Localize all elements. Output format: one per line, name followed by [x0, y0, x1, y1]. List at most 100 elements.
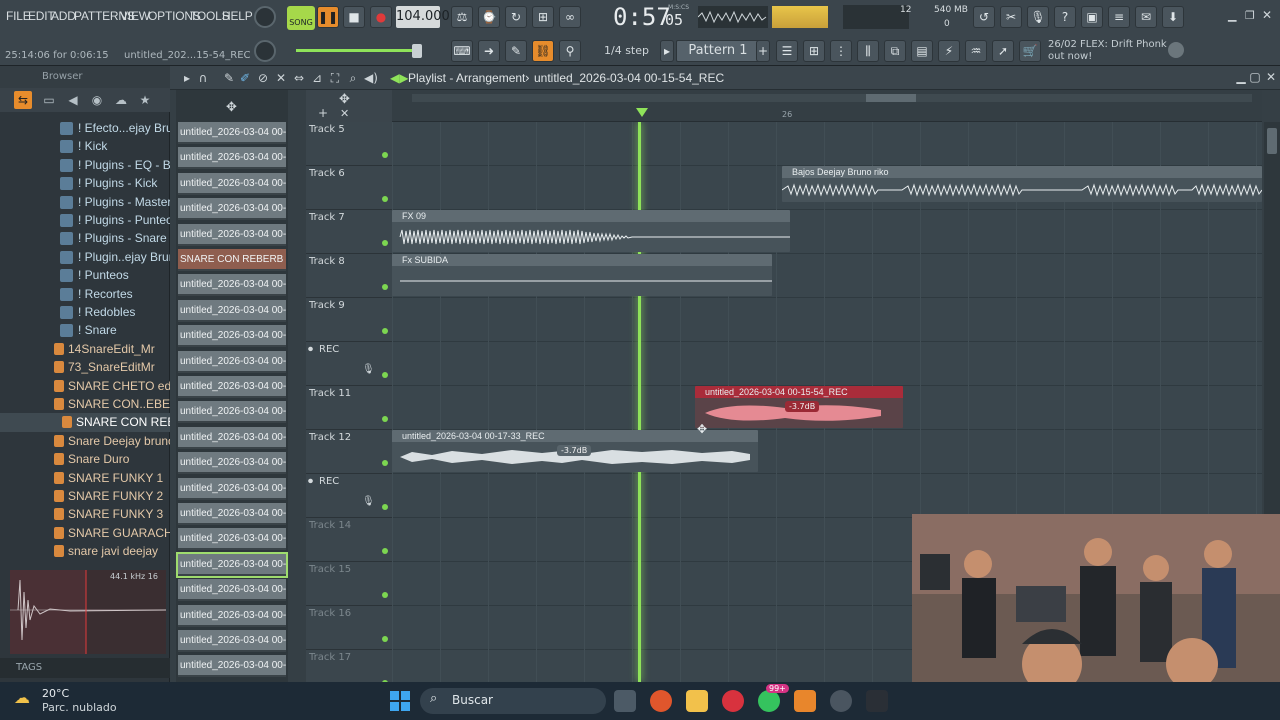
pattern-clip-item[interactable]: untitled_2026-03-04 00-...	[178, 401, 286, 424]
news-panel[interactable]: 26/02 FLEX: Drift Phonk out now!	[1048, 39, 1167, 63]
pointer-icon[interactable]: ➚	[992, 40, 1014, 62]
track-mute-led[interactable]	[382, 328, 388, 334]
browser-item[interactable]: ! Plugins - Snare	[0, 229, 170, 248]
sample-preview[interactable]: 44.1 kHz 16	[10, 570, 167, 654]
wait-input-icon[interactable]: ⌚	[478, 6, 500, 28]
pattern-clip-item[interactable]: untitled_2026-03-04 00-...	[178, 426, 286, 449]
track-header[interactable]: Track 15	[306, 562, 392, 606]
track-header[interactable]: Track 5	[306, 122, 392, 166]
browser-speaker-icon[interactable]: ◀	[64, 91, 82, 109]
browser-files-icon[interactable]: ▭	[40, 91, 58, 109]
track-header[interactable]: Track 12	[306, 430, 392, 474]
pattern-clip-item[interactable]: untitled_2026-03-04 00-...	[178, 655, 286, 678]
browser-item[interactable]: ! Recortes	[0, 285, 170, 304]
browser-item[interactable]: 73_SnareEditMr	[0, 358, 170, 377]
track-name[interactable]: Track 15	[309, 564, 351, 575]
browser-cloud-icon[interactable]: ☁	[112, 91, 130, 109]
browser-item[interactable]: SNARE GUARACHA	[0, 524, 170, 543]
browser-item[interactable]: ! Plugins - Punteo	[0, 211, 170, 230]
tuner-icon[interactable]: ♒	[965, 40, 987, 62]
track-mute-led[interactable]	[382, 240, 388, 246]
pattern-clip-item[interactable]: SNARE CON REBERB	[178, 249, 286, 271]
browser-item[interactable]: SNARE CHETO edit_Mr	[0, 377, 170, 396]
clip-fx09[interactable]: FX 09	[392, 210, 790, 252]
playlist-menu-arrow-icon[interactable]: ▸	[180, 71, 194, 85]
app-icon[interactable]	[722, 690, 744, 712]
track-mute-led[interactable]	[382, 548, 388, 554]
browser-item[interactable]: SNARE CON REBERB	[0, 413, 170, 433]
pattern-clip-item[interactable]: untitled_2026-03-04 00-...	[178, 452, 286, 475]
browser-item[interactable]: ! Efecto...ejay Bruno	[0, 119, 170, 138]
track-name[interactable]: REC	[319, 476, 339, 487]
typing-keyboard-icon[interactable]: ⌨	[451, 40, 473, 62]
menu-help[interactable]: HELP	[222, 9, 253, 23]
track-mute-led[interactable]	[382, 372, 388, 378]
weather-description[interactable]: Parc. nublado	[42, 701, 117, 714]
mic-input-icon[interactable]: 🎙	[362, 364, 375, 375]
clip-rec-17-33[interactable]: untitled_2026-03-04 00-17-33_REC -3.7dB	[392, 430, 758, 472]
track-mute-led[interactable]	[382, 592, 388, 598]
browser-item[interactable]: ! Kick	[0, 137, 170, 156]
brave-browser-icon[interactable]	[650, 690, 672, 712]
weather-icon[interactable]: ☁	[14, 688, 30, 707]
track-mute-led[interactable]	[382, 460, 388, 466]
track-mute-led[interactable]	[382, 284, 388, 290]
track-header[interactable]: Track 16	[306, 606, 392, 650]
clip-rec-15-54[interactable]: untitled_2026-03-04 00-15-54_REC -3.7dB	[695, 386, 903, 428]
playlist-maximize-icon[interactable]: ▢	[1248, 70, 1262, 84]
playlist-close-icon[interactable]: ✕	[1264, 70, 1278, 84]
select-tool-icon[interactable]: ⛶	[328, 71, 342, 85]
paint-tool-icon[interactable]: ✐	[238, 71, 252, 85]
pattern-clip-item[interactable]: untitled_2026-03-04 00-...	[178, 376, 286, 398]
snap-selector[interactable]: 1/4 step	[598, 41, 656, 61]
pattern-add-icon[interactable]: +	[756, 40, 770, 62]
track-close-icon[interactable]: ✕	[340, 107, 349, 120]
piano-roll-icon[interactable]: ⊞	[803, 40, 825, 62]
arrow-right-icon[interactable]: ➜	[478, 40, 500, 62]
countdown-icon[interactable]: ↻	[505, 6, 527, 28]
mute-tool-icon[interactable]: ✕	[274, 71, 288, 85]
slice-tool-icon[interactable]: ⊿	[310, 71, 324, 85]
zoom-tool-icon[interactable]: ⌕	[346, 71, 360, 85]
pattern-clip-item[interactable]: untitled_2026-03-04 00-...	[178, 198, 286, 221]
track-name[interactable]: Track 9	[309, 300, 345, 311]
pattern-clip-item[interactable]: untitled_2026-03-04 00-...	[178, 122, 286, 144]
playlist-minimize-icon[interactable]: ▁	[1234, 70, 1248, 84]
pattern-clip-item[interactable]: untitled_2026-03-04 00-...	[178, 299, 286, 322]
track-name[interactable]: Track 5	[309, 124, 345, 135]
task-view-icon[interactable]	[614, 690, 636, 712]
track-header[interactable]: Track 7	[306, 210, 392, 254]
track-name[interactable]: Track 12	[309, 432, 351, 443]
browser-item[interactable]: ! Snare	[0, 321, 170, 340]
track-header[interactable]: Track 6	[306, 166, 392, 210]
track-header[interactable]: Track 14	[306, 518, 392, 562]
pattern-list-arrows-icon[interactable]: ✥	[226, 100, 237, 115]
mic-input-icon[interactable]: 🎙	[362, 496, 375, 507]
track-add-icon[interactable]: +	[318, 106, 328, 120]
tags-bar[interactable]: TAGS	[0, 658, 170, 678]
clip-volume-badge[interactable]: -3.7dB	[785, 401, 820, 412]
playback-tool-icon[interactable]: ◀)	[364, 71, 378, 85]
master-pitch-knob[interactable]	[254, 40, 276, 62]
obs-icon[interactable]	[830, 690, 852, 712]
play-button[interactable]: ❚❚	[317, 6, 339, 28]
browser-item[interactable]: SNARE FUNKY 2	[0, 487, 170, 506]
draw-tool-icon[interactable]: ✎	[222, 71, 236, 85]
browser-item[interactable]: ! Plugins - Master	[0, 193, 170, 212]
track-name[interactable]: Track 7	[309, 212, 345, 223]
playhead-marker-icon[interactable]	[636, 108, 648, 117]
pattern-clip-item[interactable]: untitled_2026-03-04 00-...	[178, 350, 286, 373]
fl-studio-icon[interactable]	[794, 690, 816, 712]
metronome-icon[interactable]: ⚖	[451, 6, 473, 28]
record-button[interactable]: ●	[370, 6, 392, 28]
link-icon[interactable]: ⛓	[532, 40, 554, 62]
master-volume-slider[interactable]	[296, 49, 420, 52]
shop-icon[interactable]: 🛒	[1019, 40, 1041, 62]
track-name[interactable]: Track 6	[309, 168, 345, 179]
pattern-selector[interactable]: Pattern 1	[676, 40, 760, 62]
pattern-clip-item[interactable]: untitled_2026-03-04 00-...	[178, 630, 286, 652]
mixer-window-icon[interactable]: ⫼	[857, 40, 879, 62]
track-header[interactable]: Track 9	[306, 298, 392, 342]
browser-item[interactable]: 14SnareEdit_Mr	[0, 340, 170, 359]
tempo-display[interactable]: 104.000	[396, 6, 450, 28]
